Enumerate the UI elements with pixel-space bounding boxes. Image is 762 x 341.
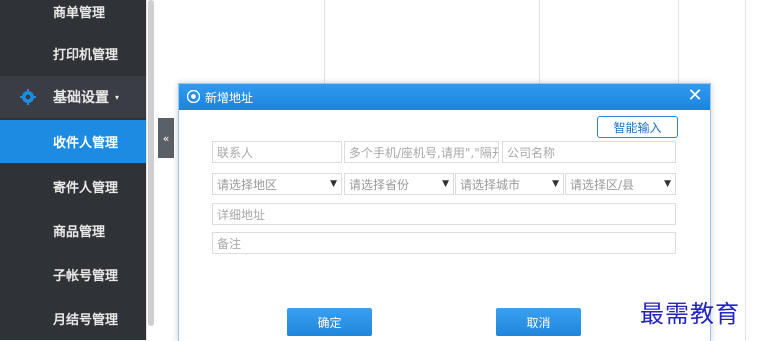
sidebar-item-recipients[interactable]: 收件人管理	[0, 120, 146, 163]
district-select[interactable]: 请选择区/县 ▼	[565, 173, 676, 195]
sidebar-item-orders[interactable]: 商单管理	[0, 0, 146, 32]
sidebar-item-label: 收件人管理	[53, 136, 119, 151]
add-address-dialog: 新增地址 ✕ 智能输入 联系人 多个手机/座机号,请用","隔开 公司名称 请选…	[178, 83, 711, 341]
remark-placeholder: 备注	[217, 236, 242, 251]
dialog-header: 新增地址 ✕	[179, 84, 710, 110]
sidebar-group-settings[interactable]: 基础设置 ▾	[0, 76, 146, 118]
remark-field[interactable]: 备注	[212, 232, 676, 254]
phone-field[interactable]: 多个手机/座机号,请用","隔开	[344, 141, 499, 163]
city-select[interactable]: 请选择城市 ▼	[455, 173, 564, 195]
cancel-button[interactable]: 取消	[496, 308, 581, 336]
company-placeholder: 公司名称	[507, 145, 556, 160]
sidebar-item-senders[interactable]: 寄件人管理	[0, 165, 146, 207]
district-select-value: 请选择区/县	[570, 177, 635, 192]
chevron-down-icon: ▾	[115, 92, 120, 102]
city-select-value: 请选择城市	[460, 177, 521, 192]
gear-icon	[20, 89, 36, 105]
address-placeholder: 详细地址	[217, 207, 266, 222]
sidebar-scroll-thumb[interactable]	[148, 0, 154, 326]
smart-input-button[interactable]: 智能输入	[597, 116, 678, 138]
sidebar-item-label: 子帐号管理	[53, 268, 119, 284]
watermark-text: 最需教育	[640, 300, 740, 328]
sidebar-item-label: 打印机管理	[53, 47, 119, 63]
sidebar-item-label: 基础设置	[53, 90, 109, 106]
sidebar-item-label: 商品管理	[53, 224, 106, 240]
province-select[interactable]: 请选择省份 ▼	[344, 173, 454, 195]
caret-down-icon: ▼	[664, 179, 671, 189]
close-icon[interactable]: ✕	[686, 87, 704, 105]
sidebar-item-monthly-accounts[interactable]: 月结号管理	[0, 297, 146, 339]
province-select-value: 请选择省份	[349, 177, 410, 192]
grid-line	[745, 0, 746, 340]
sidebar-item-subaccounts[interactable]: 子帐号管理	[0, 253, 146, 295]
caret-down-icon: ▼	[442, 179, 449, 189]
sidebar-item-printers[interactable]: 打印机管理	[0, 32, 146, 74]
sidebar-item-products[interactable]: 商品管理	[0, 209, 146, 251]
company-field[interactable]: 公司名称	[502, 141, 676, 163]
double-chevron-left-icon: «	[162, 131, 170, 145]
confirm-button[interactable]: 确定	[287, 308, 372, 336]
sidebar: 商单管理 打印机管理 基础设置 ▾ 收件人管理 寄件人管理 商品管理 子帐号管理…	[0, 0, 146, 340]
collapse-sidebar-button[interactable]: «	[158, 118, 174, 158]
sidebar-item-label: 月结号管理	[53, 312, 119, 328]
address-field[interactable]: 详细地址	[212, 203, 676, 225]
sidebar-item-label: 商单管理	[53, 5, 106, 21]
contact-placeholder: 联系人	[217, 145, 254, 160]
region-select[interactable]: 请选择地区 ▼	[212, 173, 342, 195]
region-select-value: 请选择地区	[217, 177, 278, 192]
caret-down-icon: ▼	[552, 179, 559, 189]
dialog-title: 新增地址	[205, 91, 254, 105]
sidebar-item-label: 寄件人管理	[53, 180, 119, 196]
caret-down-icon: ▼	[330, 179, 337, 189]
phone-placeholder: 多个手机/座机号,请用","隔开	[349, 145, 498, 160]
contact-field[interactable]: 联系人	[212, 141, 342, 163]
dialog-app-icon	[187, 90, 200, 103]
